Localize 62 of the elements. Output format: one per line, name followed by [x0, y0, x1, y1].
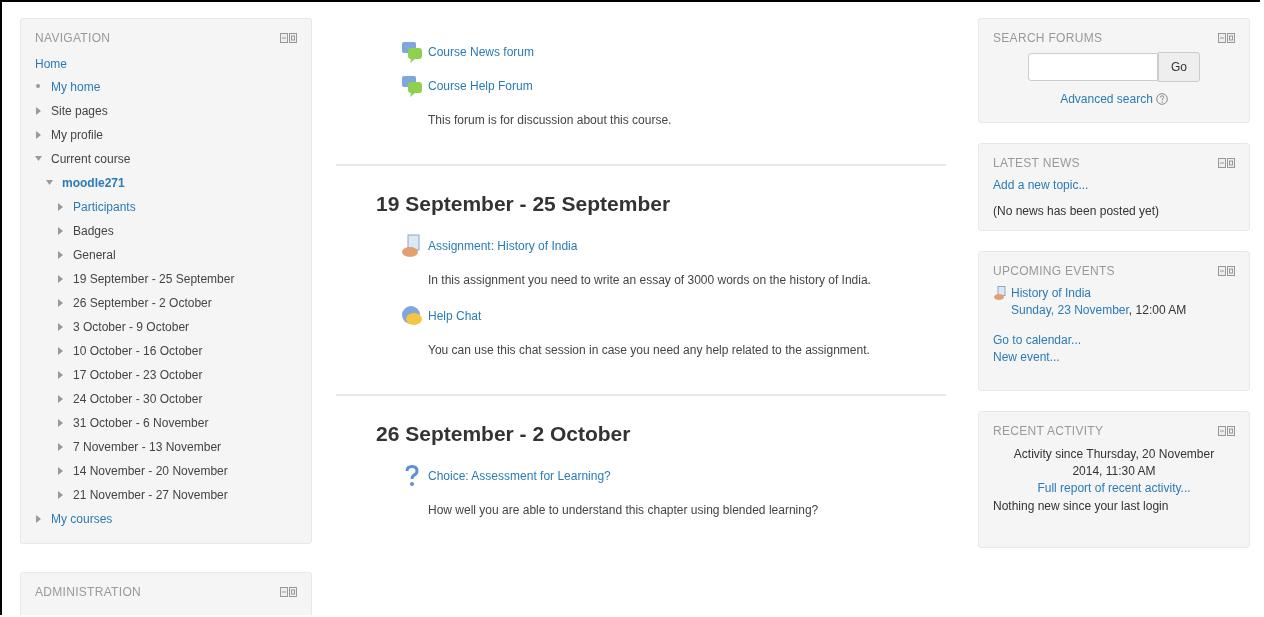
block-title: SEARCH FORUMS — [993, 31, 1103, 45]
news-message: (No news has been posted yet) — [993, 204, 1161, 218]
go-button[interactable]: Go — [1158, 52, 1200, 82]
nav-item[interactable]: 24 October - 30 October — [73, 392, 203, 406]
search-field[interactable] — [1028, 53, 1158, 81]
nav-item[interactable]: Site pages — [51, 104, 108, 118]
speech-bubbles-icon — [400, 74, 424, 98]
dock-icon[interactable] — [1218, 158, 1235, 168]
block-title: LATEST NEWS — [993, 156, 1080, 170]
nav-item[interactable]: 10 October - 16 October — [73, 344, 203, 358]
activity-description: How well you are able to understand this chapter using blended learning? — [428, 502, 820, 519]
activity-link[interactable]: Choice: Assessment for Learning? — [428, 469, 611, 483]
chat-bubble-icon — [400, 304, 424, 328]
event-link[interactable]: History of India — [1011, 286, 1092, 300]
calendar-link[interactable]: Go to calendar... — [993, 333, 1235, 347]
dock-icon[interactable] — [280, 33, 297, 43]
nav-item[interactable]: 17 October - 23 October — [73, 368, 203, 382]
activity-link[interactable]: Help Chat — [428, 309, 482, 323]
nav-link[interactable]: My home — [51, 80, 101, 94]
nav-item[interactable]: Current course — [51, 152, 131, 166]
nav-link[interactable]: My courses — [51, 512, 113, 526]
block-title: ADMINISTRATION — [35, 585, 141, 599]
activity-message: Nothing new since your last login — [993, 499, 1170, 515]
activity-description: This forum is for discussion about this course. — [428, 112, 673, 129]
dock-icon[interactable] — [280, 587, 297, 597]
event-time: , 12:00 AM — [1128, 303, 1187, 317]
block-title: NAVIGATION — [35, 31, 111, 45]
nav-link[interactable]: moodle271 — [62, 176, 125, 190]
activity-link[interactable]: Course News forum — [428, 45, 535, 59]
activity-since-text: Activity since Thursday, 20 November 2014, 11:30 AM — [1012, 446, 1216, 480]
event-date-link[interactable]: Sunday, 23 November — [1011, 303, 1129, 317]
activity-link[interactable]: Assignment: History of India — [428, 239, 578, 253]
nav-item[interactable]: My profile — [51, 128, 103, 142]
block-title: UPCOMING EVENTS — [993, 264, 1115, 278]
nav-item[interactable]: 31 October - 6 November — [73, 416, 209, 430]
speech-bubbles-icon — [400, 40, 424, 64]
nav-item[interactable]: 14 November - 20 November — [73, 464, 228, 478]
dock-icon[interactable] — [1218, 33, 1235, 43]
caret-down-icon[interactable] — [46, 179, 56, 187]
dock-icon[interactable] — [1218, 266, 1235, 276]
advanced-search-link[interactable]: Advanced search — [1060, 92, 1153, 106]
full-report-link[interactable]: Full report of recent activity... — [1037, 481, 1191, 495]
nav-item[interactable]: 26 September - 2 October — [73, 296, 212, 310]
activity-description: In this assignment you need to write an essay of 3000 words on the history of India. — [428, 272, 872, 289]
nav-item[interactable]: General — [73, 248, 116, 262]
nav-item[interactable]: Badges — [73, 224, 114, 238]
activity-description: You can use this chat session in case you need any help related to the assignment. — [428, 342, 871, 359]
add-topic-link[interactable]: Add a new topic... — [993, 178, 1089, 192]
nav-item[interactable]: 21 November - 27 November — [73, 488, 228, 502]
nav-item[interactable]: 3 October - 9 October — [73, 320, 190, 334]
section-title: 26 September - 2 October — [376, 422, 632, 446]
calendar-link[interactable]: New event... — [993, 350, 1235, 364]
nav-link[interactable]: Participants — [73, 200, 136, 214]
section-title: 19 September - 25 September — [376, 192, 672, 216]
caret-down-icon[interactable] — [35, 155, 45, 163]
block-title: RECENT ACTIVITY — [993, 424, 1104, 438]
home-link[interactable]: Home — [35, 53, 67, 75]
activity-link[interactable]: Course Help Forum — [428, 79, 533, 93]
help-icon[interactable] — [1155, 93, 1168, 105]
nav-item[interactable]: 19 September - 25 September — [73, 272, 235, 286]
dock-icon[interactable] — [1218, 426, 1235, 436]
nav-item[interactable]: 7 November - 13 November — [73, 440, 222, 454]
